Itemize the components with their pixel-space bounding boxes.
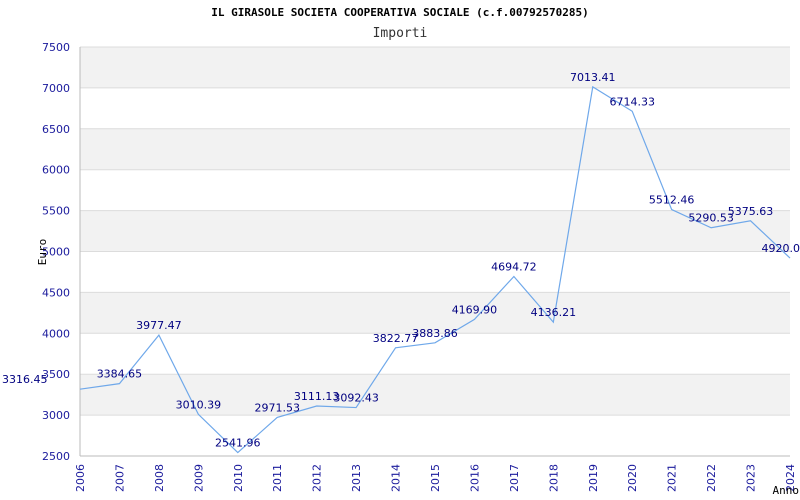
data-label: 4169.90 (452, 303, 498, 316)
data-label: 3977.47 (136, 319, 182, 332)
x-tick-label: 2022 (705, 464, 718, 492)
x-tick-label: 2007 (113, 464, 126, 492)
data-label: 4694.72 (491, 260, 537, 273)
grid-band (80, 87, 790, 129)
x-tick-label: 2019 (587, 464, 600, 492)
x-tick-label: 2018 (547, 464, 560, 492)
data-label: 6714.33 (609, 95, 655, 108)
x-tick-label: 2021 (666, 464, 679, 492)
y-tick-label: 2500 (42, 450, 70, 463)
x-tick-label: 2006 (74, 464, 87, 492)
x-tick-label: 2015 (429, 464, 442, 492)
x-tick-label: 2010 (232, 464, 245, 492)
y-tick-label: 3000 (42, 409, 70, 422)
y-tick-label: 6000 (42, 164, 70, 177)
y-tick-label: 4000 (42, 327, 70, 340)
x-tick-label: 2016 (468, 464, 481, 492)
x-tick-label: 2017 (508, 464, 521, 492)
y-axis-label: Euro (36, 239, 49, 266)
data-label: 4136.21 (531, 306, 577, 319)
data-label: 5512.46 (649, 194, 695, 207)
y-tick-label: 7500 (42, 41, 70, 54)
x-tick-label: 2012 (311, 464, 324, 492)
chart-svg: 2500300035004000450050005500600065007000… (2, 41, 800, 497)
x-tick-label: 2023 (745, 464, 758, 492)
grid-band (80, 210, 790, 252)
data-label: 3092.43 (333, 392, 379, 405)
x-axis-label: Anno (773, 484, 800, 497)
x-tick-label: 2011 (271, 464, 284, 492)
y-tick-label: 6500 (42, 123, 70, 136)
y-tick-label: 5500 (42, 205, 70, 218)
data-label: 3010.39 (176, 398, 222, 411)
grid-band (80, 47, 790, 88)
y-tick-label: 7000 (42, 82, 70, 95)
x-tick-label: 2014 (390, 464, 403, 492)
data-label: 5375.63 (728, 205, 774, 218)
grid-band (80, 251, 790, 293)
x-tick-label: 2013 (350, 464, 363, 492)
data-label: 2541.96 (215, 437, 261, 450)
data-label: 4920.0 (762, 242, 800, 255)
grid-band (80, 415, 790, 456)
x-tick-label: 2020 (626, 464, 639, 492)
x-tick-label: 2008 (153, 464, 166, 492)
data-label: 2971.53 (254, 401, 300, 414)
data-label: 3883.86 (412, 327, 458, 340)
chart: IL GIRASOLE SOCIETA COOPERATIVA SOCIALE … (0, 0, 800, 500)
data-label: 7013.41 (570, 71, 616, 84)
x-tick-label: 2009 (192, 464, 205, 492)
y-tick-label: 4500 (42, 286, 70, 299)
data-label: 3384.65 (97, 368, 143, 381)
grid-band (80, 128, 790, 170)
data-label: 3316.45 (2, 373, 48, 386)
